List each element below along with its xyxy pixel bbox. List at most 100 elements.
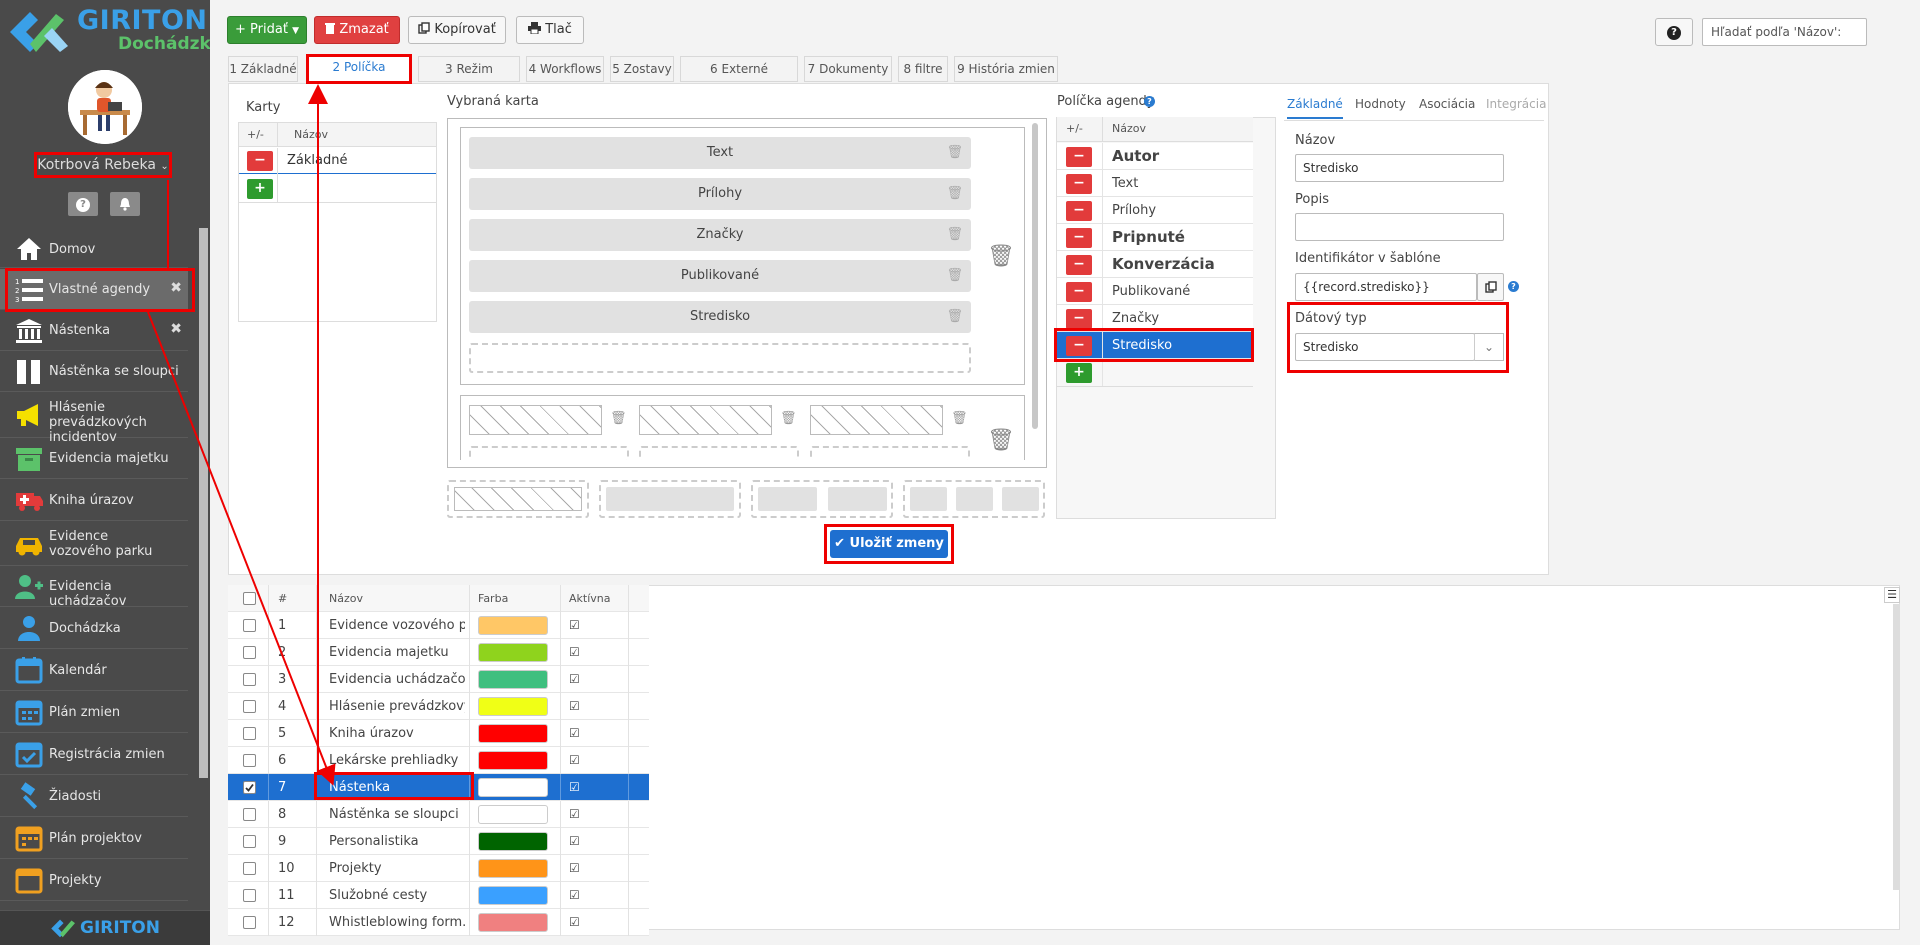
search-input[interactable]: Hľadať podľa 'Názov':	[1702, 18, 1867, 46]
card-scrollbar[interactable]	[1032, 123, 1038, 429]
print-button[interactable]: Tlač	[516, 16, 584, 44]
card-field[interactable]: Značky 🗑	[469, 219, 971, 251]
add-card-button[interactable]: +	[247, 179, 273, 199]
tab-basic[interactable]: 1 Základné	[228, 56, 298, 82]
sidebar-item-board-columns[interactable]: Nástěnka se sloupci	[0, 352, 188, 392]
row-checkbox[interactable]	[243, 700, 256, 713]
tab-workflows[interactable]: 4 Workflows	[526, 56, 604, 82]
sidebar-item-projects[interactable]: Projekty	[0, 860, 188, 901]
placeholder-field[interactable]	[469, 405, 602, 435]
remove-field-button[interactable]: −	[1066, 201, 1092, 221]
field-drop-zone[interactable]	[469, 446, 629, 460]
help-button[interactable]: ?	[68, 192, 98, 216]
table-row[interactable]: 7 Nástenka ☑	[228, 774, 649, 801]
table-row[interactable]: 5 Kniha úrazov ☑	[228, 720, 649, 747]
tab-agenda-fields[interactable]: 2 Políčka agendy	[306, 54, 412, 94]
field-drop-zone[interactable]	[469, 343, 971, 373]
close-icon[interactable]: ✖	[170, 321, 182, 337]
grid-menu-icon[interactable]: ☰	[1884, 587, 1900, 603]
table-row[interactable]: 12 Whistleblowing form... ☑	[228, 909, 649, 936]
remove-field-button[interactable]: −	[1066, 309, 1092, 329]
remove-field-button[interactable]: −	[1066, 228, 1092, 248]
trash-icon[interactable]: 🗑	[946, 178, 963, 210]
col-number[interactable]: #	[278, 585, 287, 612]
field-drop-zone[interactable]	[639, 446, 799, 460]
description-field[interactable]	[1295, 213, 1504, 241]
table-row[interactable]: 10 Projekty ☑	[228, 855, 649, 882]
sidebar-item-project-plan[interactable]: Plán projektov	[0, 818, 188, 859]
save-changes-button[interactable]: ✔ Uložiť zmeny	[830, 530, 948, 558]
row-checkbox[interactable]	[243, 835, 256, 848]
delete-section-trash-icon[interactable]: 🗑	[987, 428, 1015, 453]
agenda-field-row[interactable]: − Publikované	[1057, 278, 1253, 305]
agenda-field-row-selected[interactable]: − Stredisko	[1057, 332, 1253, 359]
row-checkbox[interactable]	[243, 916, 256, 929]
tab-view-mode[interactable]: 3 Režim pohľadu	[418, 56, 520, 100]
table-row[interactable]: 9 Personalistika ☑	[228, 828, 649, 855]
placeholder-field[interactable]	[810, 405, 943, 435]
table-row[interactable]: 11 Služobné cesty ☑	[228, 882, 649, 909]
agenda-field-row[interactable]: − Značky	[1057, 305, 1253, 332]
tab-filters[interactable]: 8 filtre	[898, 56, 948, 82]
user-menu[interactable]: Kotrbová Rebeka ⌄	[34, 152, 172, 178]
col-name[interactable]: Názov	[329, 585, 363, 612]
row-checkbox[interactable]	[243, 862, 256, 875]
trash-icon[interactable]: 🗑	[946, 301, 963, 333]
tab-detail-association[interactable]: Asociácia	[1419, 97, 1475, 111]
add-button[interactable]: + Pridať ▼	[227, 16, 307, 44]
sidebar-item-fleet[interactable]: Evidence vozového parku	[0, 522, 188, 566]
tab-detail-values[interactable]: Hodnoty	[1355, 97, 1406, 111]
tab-history[interactable]: 9 História zmien	[954, 56, 1058, 82]
info-icon[interactable]: ?	[1508, 281, 1519, 292]
sidebar-item-candidates[interactable]: Evidencia uchádzačov	[0, 567, 188, 609]
add-field-button[interactable]: +	[1066, 363, 1092, 383]
card-field[interactable]: Prílohy 🗑	[469, 178, 971, 210]
row-checkbox[interactable]	[243, 619, 256, 632]
notifications-button[interactable]	[110, 192, 140, 216]
table-row[interactable]: 2 Evidencia majetku ☑	[228, 639, 649, 666]
sidebar-item-board[interactable]: Nástenka ✖	[0, 311, 188, 351]
trash-icon[interactable]: 🗑	[780, 411, 797, 426]
tab-detail-basic[interactable]: Základné	[1287, 97, 1343, 119]
row-checkbox[interactable]	[243, 808, 256, 821]
close-icon[interactable]: ✖	[170, 280, 182, 296]
help-button[interactable]: ?	[1655, 18, 1693, 46]
tab-documents[interactable]: 7 Dokumenty	[804, 56, 892, 82]
remove-field-button[interactable]: −	[1066, 255, 1092, 275]
sidebar-item-incidents[interactable]: Hlásenie prevádzkových incidentov	[0, 393, 188, 445]
select-all-checkbox[interactable]	[243, 592, 256, 605]
row-checkbox[interactable]	[243, 727, 256, 740]
logo[interactable]: GIRITON Dochádzka	[0, 0, 210, 62]
card-field[interactable]: Publikované 🗑	[469, 260, 971, 292]
remove-card-button[interactable]: −	[247, 151, 273, 171]
chevron-down-icon[interactable]: ⌄	[1474, 333, 1504, 361]
table-row[interactable]: 6 Lekárske prehliadky ☑	[228, 747, 649, 774]
tab-reports[interactable]: 5 Zostavy	[610, 56, 674, 82]
agenda-field-row[interactable]: − Konverzácia	[1057, 251, 1253, 278]
data-type-select[interactable]: Stredisko	[1295, 333, 1475, 361]
copy-identifier-button[interactable]	[1477, 273, 1504, 301]
table-row[interactable]: − Základné	[239, 148, 436, 174]
remove-field-button[interactable]: −	[1066, 336, 1092, 356]
field-drop-zone[interactable]	[810, 446, 970, 460]
sidebar-item-shift-registration[interactable]: Registrácia zmien	[0, 734, 188, 775]
avatar[interactable]	[68, 70, 142, 144]
sidebar-scrollbar[interactable]	[199, 228, 208, 778]
sidebar-item-assets[interactable]: Evidencia majetku	[0, 439, 188, 479]
sidebar-item-injuries[interactable]: Kniha úrazov	[0, 480, 188, 521]
row-checkbox[interactable]	[243, 646, 256, 659]
col-active[interactable]: Aktívna	[569, 585, 611, 612]
name-field[interactable]: Stredisko	[1295, 154, 1504, 182]
card-field[interactable]: Stredisko 🗑	[469, 301, 971, 333]
sidebar-item-calendar[interactable]: Kalendár	[0, 650, 188, 691]
tab-detail-integration[interactable]: Integrácia	[1486, 97, 1546, 111]
card-field[interactable]: Text 🗑	[469, 137, 971, 169]
row-checkbox[interactable]	[243, 889, 256, 902]
table-row[interactable]: 3 Evidencia uchádzačov ☑	[228, 666, 649, 693]
table-row[interactable]: 8 Nástěnka se sloupci ☑	[228, 801, 649, 828]
trash-icon[interactable]: 🗑	[946, 219, 963, 251]
delete-section-trash-icon[interactable]: 🗑	[987, 244, 1015, 269]
copy-button[interactable]: Kopírovať	[408, 16, 506, 44]
table-row[interactable]: 4 Hlásenie prevádzkový... ☑	[228, 693, 649, 720]
template-identifier-field[interactable]: {{record.stredisko}}	[1295, 273, 1477, 301]
